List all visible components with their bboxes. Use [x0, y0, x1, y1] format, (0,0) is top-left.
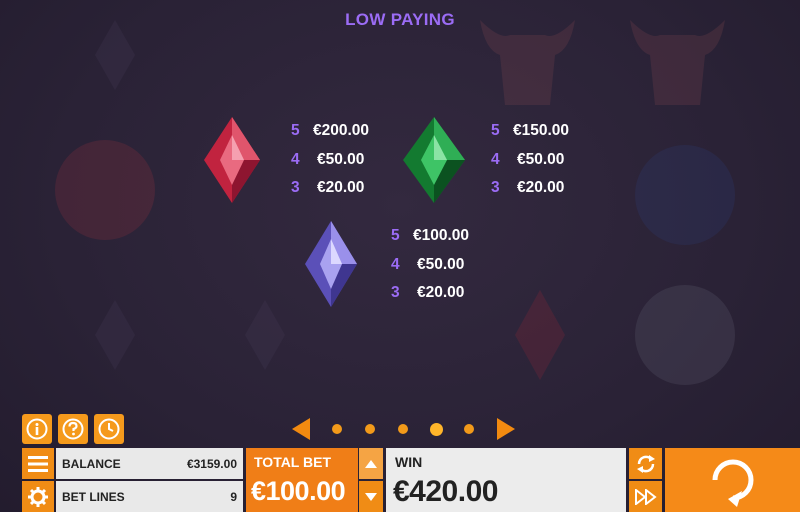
decrease-bet-button[interactable] — [359, 481, 383, 512]
next-page-arrow-icon[interactable] — [497, 418, 515, 440]
bet-lines-value: 9 — [230, 490, 237, 504]
gear-icon — [28, 486, 48, 507]
background-symbol-red-gem-icon — [515, 290, 565, 380]
payout-amount: €200.00 — [313, 122, 370, 140]
page-dot-active[interactable] — [430, 422, 443, 436]
purple-gem-paytable: 5 €100.00 4 €50.00 3 €20.00 — [391, 222, 469, 308]
win-value: €420.00 — [393, 475, 498, 508]
background-symbol-gem-icon — [95, 300, 135, 370]
menu-button[interactable] — [22, 448, 54, 479]
red-gem-icon — [204, 117, 260, 208]
triangle-down-icon — [365, 492, 377, 501]
payout-amount: €20.00 — [517, 179, 565, 197]
hamburger-menu-icon — [28, 455, 48, 472]
symbol-count: 5 — [391, 227, 400, 245]
payout-amount: €50.00 — [317, 150, 365, 168]
balance-value: €3159.00 — [186, 457, 237, 471]
pay-row: 3 €20.00 — [391, 279, 469, 308]
autoplay-button[interactable] — [629, 448, 662, 479]
payout-amount: €150.00 — [513, 122, 570, 140]
pay-row: 4 €50.00 — [391, 251, 469, 280]
spin-button[interactable] — [665, 448, 800, 512]
triangle-up-icon — [365, 459, 377, 468]
payout-amount: €50.00 — [417, 255, 465, 273]
background-symbol-gem-icon — [245, 300, 285, 370]
symbol-count: 3 — [491, 179, 500, 197]
bet-lines-panel: BET LINES 9 — [56, 481, 243, 512]
total-bet-value: €100.00 — [251, 476, 346, 506]
paytable-title: LOW PAYING — [345, 10, 455, 29]
payout-amount: €50.00 — [517, 150, 565, 168]
pay-row: 5 €200.00 — [291, 117, 369, 146]
symbol-count: 4 — [491, 150, 500, 168]
background-symbol-wolf-icon — [635, 285, 735, 385]
symbol-count: 5 — [291, 122, 300, 140]
pay-row: 5 €100.00 — [391, 222, 469, 251]
background-symbol-owl-icon — [635, 145, 735, 245]
payout-amount: €20.00 — [417, 284, 465, 302]
info-button[interactable] — [22, 414, 52, 444]
payout-amount: €20.00 — [317, 179, 365, 197]
green-gem-icon — [403, 117, 465, 208]
pay-row: 4 €50.00 — [491, 146, 569, 175]
page-dot[interactable] — [332, 424, 342, 434]
symbol-count: 4 — [391, 255, 400, 273]
pay-row: 3 €20.00 — [291, 174, 369, 203]
help-icon — [62, 418, 84, 440]
bet-lines-label: BET LINES — [62, 490, 125, 504]
pay-row: 5 €150.00 — [491, 117, 569, 146]
symbol-count: 3 — [391, 284, 400, 302]
red-gem-paytable: 5 €200.00 4 €50.00 3 €20.00 — [291, 117, 369, 203]
settings-button[interactable] — [22, 481, 54, 512]
pay-row: 3 €20.00 — [491, 174, 569, 203]
previous-page-arrow-icon[interactable] — [292, 418, 310, 440]
symbol-count: 3 — [291, 179, 300, 197]
increase-bet-button[interactable] — [359, 448, 383, 479]
page-dot[interactable] — [464, 424, 474, 434]
symbol-count: 4 — [291, 150, 300, 168]
win-panel: WIN €420.00 — [386, 448, 626, 512]
autoplay-icon — [636, 454, 655, 473]
balance-label: BALANCE — [62, 457, 121, 471]
pay-row: 4 €50.00 — [291, 146, 369, 175]
total-bet-panel: TOTAL BET €100.00 — [246, 448, 358, 512]
clock-icon — [98, 418, 120, 440]
page-dot[interactable] — [365, 424, 375, 434]
green-gem-paytable: 5 €150.00 4 €50.00 3 €20.00 — [491, 117, 569, 203]
payout-amount: €100.00 — [413, 227, 470, 245]
background-symbol-bear-icon — [55, 140, 155, 240]
fast-play-button[interactable] — [629, 481, 662, 512]
page-dot[interactable] — [398, 424, 408, 434]
spin-refresh-icon — [712, 459, 753, 507]
fast-forward-icon — [634, 488, 657, 505]
purple-gem-icon — [305, 221, 357, 312]
symbol-count: 5 — [491, 122, 500, 140]
info-icon — [26, 418, 48, 440]
win-label: WIN — [395, 454, 423, 470]
history-button[interactable] — [94, 414, 124, 444]
help-button[interactable] — [58, 414, 88, 444]
background-symbol-gem-icon — [95, 20, 135, 90]
balance-panel: BALANCE €3159.00 — [56, 448, 243, 479]
total-bet-label: TOTAL BET — [254, 454, 331, 470]
